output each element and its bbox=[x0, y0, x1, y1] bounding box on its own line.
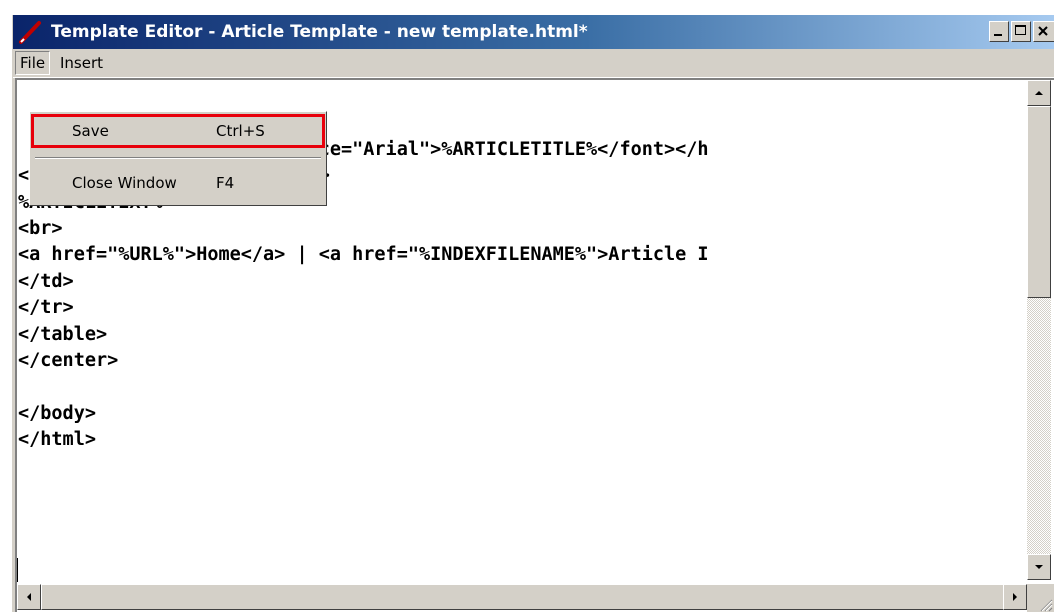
maximize-button[interactable] bbox=[1011, 21, 1031, 42]
vertical-scroll-thumb[interactable] bbox=[1027, 106, 1051, 298]
code-line: <a href="%URL%">Home</a> | <a href="%IND… bbox=[18, 244, 709, 266]
window-title: Template Editor - Article Template - new… bbox=[51, 22, 588, 42]
close-button[interactable] bbox=[1033, 21, 1054, 42]
arrow-right-icon bbox=[1013, 593, 1017, 601]
scroll-up-button[interactable] bbox=[1027, 80, 1051, 106]
code-line: </body> bbox=[18, 402, 96, 424]
arrow-left-icon bbox=[27, 593, 31, 601]
code-line: </center> bbox=[18, 349, 119, 371]
close-icon bbox=[1038, 26, 1048, 36]
scroll-left-button[interactable] bbox=[17, 584, 41, 610]
menu-item-shortcut: F4 bbox=[216, 174, 235, 192]
maximize-icon bbox=[1015, 25, 1026, 35]
horizontal-scroll-thumb[interactable] bbox=[41, 584, 1005, 610]
template-editor-window: Template Editor - Article Template - new… bbox=[12, 15, 1054, 612]
minimize-icon bbox=[994, 34, 1002, 36]
code-line: </table> bbox=[18, 323, 108, 345]
code-line: <br> bbox=[18, 217, 63, 239]
menu-item-save[interactable]: Save Ctrl+S bbox=[31, 114, 325, 148]
resize-grip[interactable] bbox=[1027, 584, 1054, 612]
scroll-right-button[interactable] bbox=[1003, 584, 1027, 610]
arrow-down-icon bbox=[1035, 565, 1043, 569]
menu-item-label: Save bbox=[72, 122, 109, 140]
menu-item-label: Close Window bbox=[72, 174, 177, 192]
scroll-down-button[interactable] bbox=[1027, 554, 1051, 580]
horizontal-scrollbar[interactable] bbox=[17, 584, 1027, 610]
resize-grip-icon bbox=[1040, 599, 1053, 612]
menu-item-close-window[interactable]: Close Window F4 bbox=[34, 169, 322, 197]
text-caret bbox=[17, 558, 18, 582]
code-line: </html> bbox=[18, 429, 96, 451]
arrow-up-icon bbox=[1035, 91, 1043, 95]
pencil-icon bbox=[19, 21, 41, 44]
menu-separator bbox=[35, 157, 321, 159]
vertical-scrollbar[interactable] bbox=[1027, 80, 1051, 580]
code-line: </tr> bbox=[18, 297, 74, 319]
menu-item-shortcut: Ctrl+S bbox=[216, 122, 265, 140]
minimize-button[interactable] bbox=[989, 21, 1009, 42]
menu-file[interactable]: File bbox=[15, 51, 51, 75]
menu-insert[interactable]: Insert bbox=[56, 51, 107, 75]
code-line: </td> bbox=[18, 270, 74, 292]
title-bar[interactable]: Template Editor - Article Template - new… bbox=[13, 15, 1054, 49]
menu-bar: File Insert bbox=[13, 49, 1054, 78]
file-menu-dropdown: Save Ctrl+S Close Window F4 bbox=[29, 111, 327, 206]
